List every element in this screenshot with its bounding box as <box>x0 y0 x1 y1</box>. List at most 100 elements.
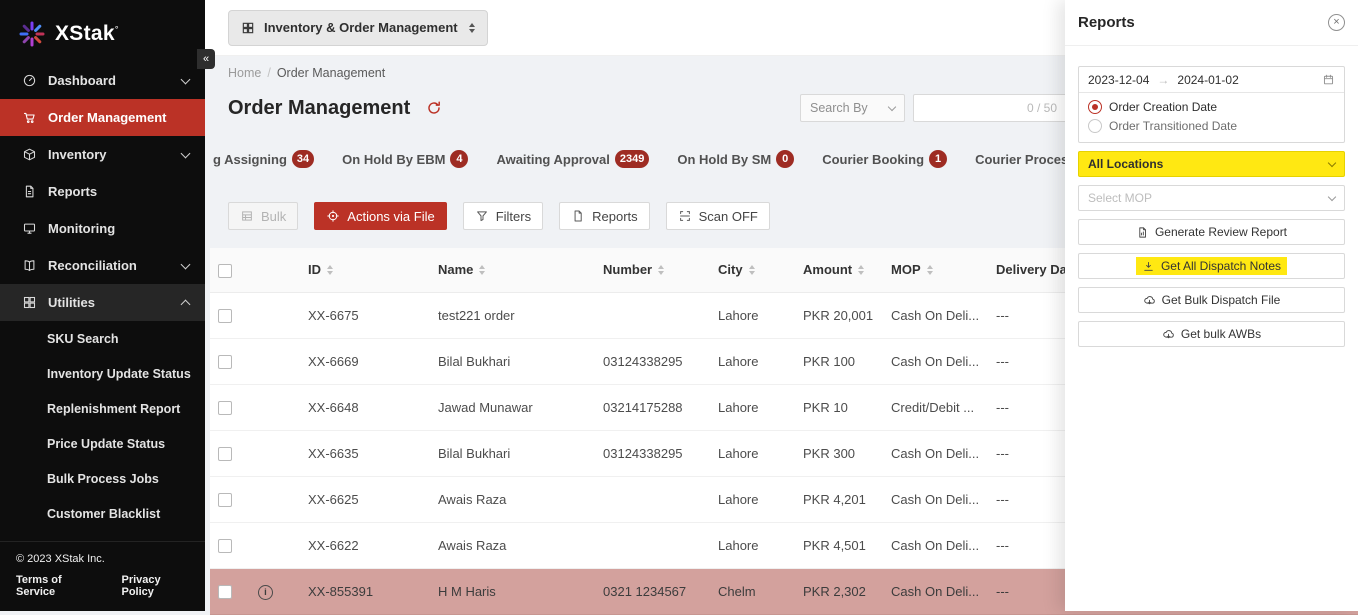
sidebar-item-dashboard[interactable]: Dashboard <box>0 62 205 99</box>
highlighted-label: Get All Dispatch Notes <box>1136 257 1287 275</box>
sidebar-item-bulk-process-jobs[interactable]: Bulk Process Jobs <box>0 461 205 496</box>
tab-label: On Hold By EBM <box>342 152 445 167</box>
sort-icon <box>479 265 485 275</box>
button-label: Scan OFF <box>699 209 758 224</box>
sidebar-item-monitoring[interactable]: Monitoring <box>0 210 205 247</box>
sidebar-item-customer-blacklist[interactable]: Customer Blacklist <box>0 496 205 531</box>
tab-label: On Hold By SM <box>677 152 771 167</box>
tab-on-hold-by-sm[interactable]: On Hold By SM0 <box>677 150 794 181</box>
date-type-radio-group: Order Creation Date Order Transitioned D… <box>1079 93 1344 142</box>
row-expand-cell <box>250 430 300 476</box>
row-checkbox[interactable] <box>218 401 232 415</box>
brand-name: XStak° <box>55 22 119 46</box>
sidebar-item-price-update-status[interactable]: Price Update Status <box>0 426 205 461</box>
row-expand-cell <box>250 476 300 522</box>
reports-button[interactable]: Reports <box>559 202 650 230</box>
sidebar-item-label: Inventory <box>48 147 171 162</box>
tab-label: Courier Booking <box>822 152 924 167</box>
reload-icon <box>426 100 442 116</box>
get-all-dispatch-notes-button[interactable]: Get All Dispatch Notes <box>1078 253 1345 279</box>
row-checkbox[interactable] <box>218 447 232 461</box>
button-label: Actions via File <box>347 209 434 224</box>
col-amount[interactable]: Amount <box>795 248 883 292</box>
tab-assigning[interactable]: g Assigning34 <box>213 150 314 181</box>
row-checkbox[interactable] <box>218 355 232 369</box>
tab-awaiting-approval[interactable]: Awaiting Approval2349 <box>496 150 649 181</box>
cloud-download-icon <box>1162 328 1175 341</box>
starburst-icon <box>18 20 46 48</box>
tab-badge: 1 <box>929 150 947 168</box>
cell-city: Lahore <box>710 338 795 384</box>
sidebar-item-order-management[interactable]: Order Management <box>0 99 205 136</box>
privacy-link[interactable]: Privacy Policy <box>121 574 189 598</box>
sidebar-item-reconciliation[interactable]: Reconciliation <box>0 247 205 284</box>
cell-id: XX-6669 <box>300 338 430 384</box>
sidebar-item-inventory[interactable]: Inventory <box>0 136 205 173</box>
row-select-cell <box>210 522 250 568</box>
sidebar-footer: © 2023 XStak Inc. Terms of Service Priva… <box>0 541 205 611</box>
select-all-cell <box>210 248 250 292</box>
row-checkbox[interactable] <box>218 493 232 507</box>
locations-select[interactable]: All Locations <box>1078 151 1345 177</box>
utilities-submenu: SKU Search Inventory Update Status Reple… <box>0 321 205 531</box>
refresh-button[interactable] <box>426 100 442 116</box>
cell-amount: PKR 100 <box>795 338 883 384</box>
col-number[interactable]: Number <box>595 248 710 292</box>
row-expand-cell <box>250 384 300 430</box>
sidebar-item-reports[interactable]: Reports <box>0 173 205 210</box>
book-icon <box>22 258 37 273</box>
button-label: Reports <box>592 209 638 224</box>
char-counter: 0 / 50 <box>1027 101 1057 115</box>
generate-review-report-button[interactable]: Generate Review Report <box>1078 219 1345 245</box>
range-arrow-icon: → <box>1157 73 1169 87</box>
cell-amount: PKR 20,001 <box>795 292 883 338</box>
col-mop[interactable]: MOP <box>883 248 988 292</box>
sidebar-item-utilities[interactable]: Utilities <box>0 284 205 321</box>
filters-button[interactable]: Filters <box>463 202 543 230</box>
copyright-text: © 2023 XStak Inc. <box>16 553 189 565</box>
row-checkbox[interactable] <box>218 585 232 599</box>
row-checkbox[interactable] <box>218 539 232 553</box>
target-icon <box>326 209 340 223</box>
chevron-down-icon <box>181 148 191 158</box>
get-bulk-awbs-button[interactable]: Get bulk AWBs <box>1078 321 1345 347</box>
row-checkbox[interactable] <box>218 309 232 323</box>
date-start[interactable]: 2023-12-04 <box>1088 73 1149 87</box>
sidebar-item-label: Inventory Update Status <box>47 367 191 381</box>
radio-label: Order Transitioned Date <box>1109 119 1237 133</box>
mop-select[interactable]: Select MOP <box>1078 185 1345 211</box>
radio-order-creation-date[interactable]: Order Creation Date <box>1088 100 1335 114</box>
select-all-checkbox[interactable] <box>218 264 232 278</box>
sidebar-item-replenishment-report[interactable]: Replenishment Report <box>0 391 205 426</box>
order-search-input[interactable]: 0 / 50 <box>913 94 1068 122</box>
radio-order-transitioned-date[interactable]: Order Transitioned Date <box>1088 119 1335 133</box>
scan-toggle-button[interactable]: Scan OFF <box>666 202 770 230</box>
cell-name: Bilal Bukhari <box>430 430 595 476</box>
calendar-icon <box>1322 73 1335 86</box>
sidebar-item-inventory-update-status[interactable]: Inventory Update Status <box>0 356 205 391</box>
tab-on-hold-by-ebm[interactable]: On Hold By EBM4 <box>342 150 468 181</box>
search-by-select[interactable]: Search By <box>800 94 905 122</box>
col-name[interactable]: Name <box>430 248 595 292</box>
date-range-picker[interactable]: 2023-12-04 → 2024-01-02 <box>1079 67 1344 93</box>
sidebar-collapse-handle[interactable]: « <box>197 49 215 69</box>
breadcrumb-home[interactable]: Home <box>228 66 261 80</box>
scan-icon <box>678 209 692 223</box>
tab-courier-booking[interactable]: Courier Booking 1 <box>822 150 947 181</box>
cart-icon <box>22 110 37 125</box>
date-end[interactable]: 2024-01-02 <box>1177 73 1238 87</box>
get-bulk-dispatch-file-button[interactable]: Get Bulk Dispatch File <box>1078 287 1345 313</box>
close-icon[interactable]: × <box>1328 14 1345 31</box>
actions-via-file-button[interactable]: Actions via File <box>314 202 446 230</box>
sidebar-item-sku-search[interactable]: SKU Search <box>0 321 205 356</box>
col-city[interactable]: City <box>710 248 795 292</box>
info-icon[interactable]: i <box>258 585 273 600</box>
cell-mop: Cash On Deli... <box>883 338 988 384</box>
terms-link[interactable]: Terms of Service <box>16 574 95 598</box>
col-id[interactable]: ID <box>300 248 430 292</box>
bulk-button[interactable]: Bulk <box>228 202 298 230</box>
app-switcher-button[interactable]: Inventory & Order Management <box>228 10 488 46</box>
button-label: Get Bulk Dispatch File <box>1162 293 1281 307</box>
cell-amount: PKR 10 <box>795 384 883 430</box>
cell-number <box>595 292 710 338</box>
